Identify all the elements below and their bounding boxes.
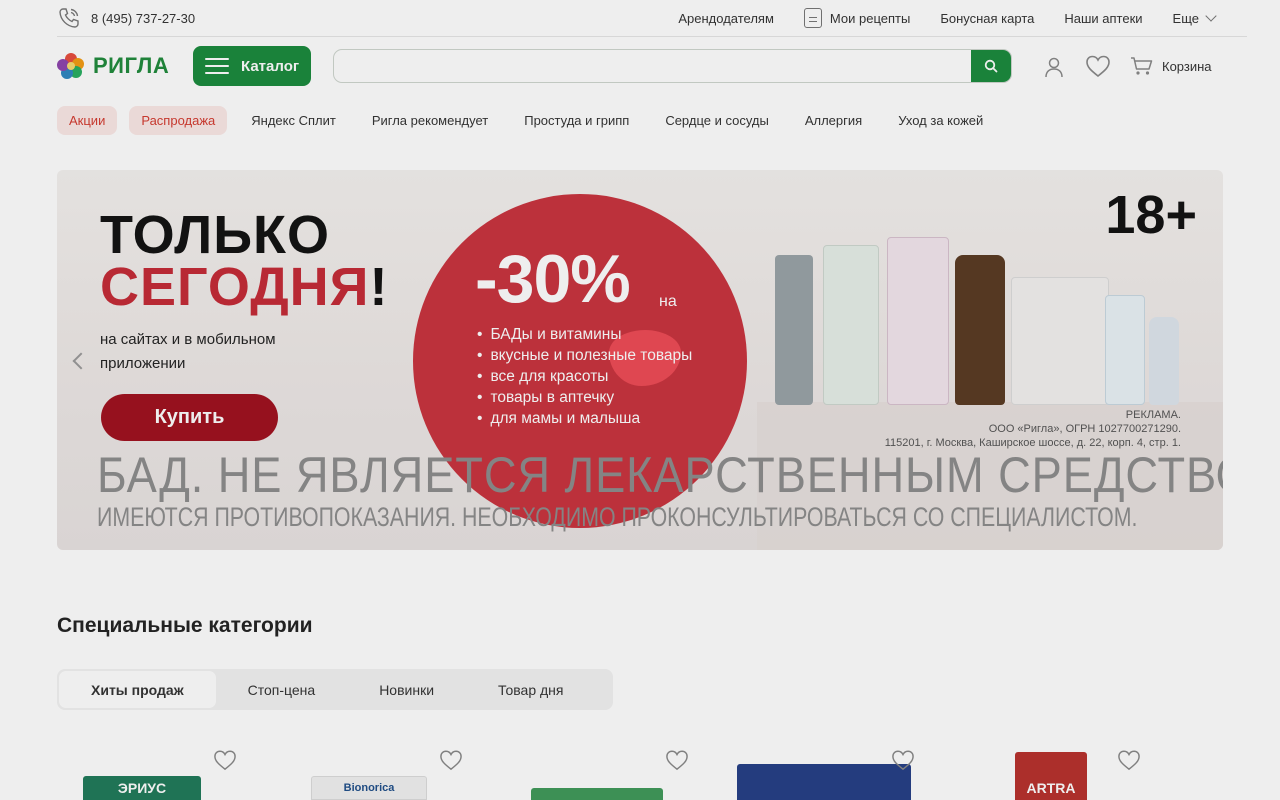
header-divider [57,36,1247,37]
product-image: ARTRA [1015,752,1087,800]
phone-icon [59,8,79,28]
ad-line: ООО «Ригла», ОГРН 1027700271290. [988,423,1181,435]
user-icon[interactable] [1043,56,1065,78]
bullet-item: товары в аптечку [477,387,692,408]
discount-value: -30% [475,241,631,317]
nav-rigla-recommends[interactable]: Ригла рекомендует [372,113,488,128]
nav-allergy[interactable]: Аллергия [805,113,862,128]
more-menu[interactable]: Еще [1172,10,1217,26]
omega-box-product [1011,277,1109,405]
bonus-card-link[interactable]: Бонусная карта [940,11,1034,26]
favorite-heart-icon[interactable] [665,749,689,771]
product-image: ЭРИУС [83,776,201,800]
banner-subtitle: на сайтах и в мобильном приложении [100,331,276,372]
logo-text: РИГЛА [93,53,170,78]
bullet-item: БАДы и витамины [477,324,692,345]
special-categories-tabs: Хиты продаж Стоп-цена Новинки Товар дня [57,669,613,710]
nav-sale[interactable]: Распродажа [129,106,228,135]
bonus-card-label: Бонусная карта [940,10,1035,26]
category-nav: Акции Распродажа Яндекс Сплит Ригла реко… [57,106,983,135]
our-pharmacies-link[interactable]: Наши аптеки [1064,11,1142,26]
my-prescriptions-link[interactable]: Мои рецепты [803,8,911,28]
bullet-item: вкусные и полезные товары [477,345,692,366]
logo-flower-icon [57,53,84,79]
special-categories-title: Специальные категории [57,614,313,637]
search-icon [984,59,998,73]
product-card[interactable] [509,740,709,800]
product-card[interactable]: Bionorica [283,740,483,800]
banner-title-bang: ! [369,257,389,317]
phone-contact[interactable]: 8 (495) 737-27-30 [57,6,195,30]
syrup-box-product [887,237,949,405]
cart-button[interactable]: Корзина [1130,56,1212,76]
buy-button[interactable]: Купить [101,394,278,441]
serum-bottle-product [1149,317,1179,405]
my-prescriptions-label: Мои рецепты [829,10,911,26]
contraindications-warning: ИМЕЮТСЯ ПРОТИВОПОКАЗАНИЯ. НЕОБХОДИМО ПРО… [97,502,1138,532]
hamburger-icon [205,58,229,74]
landlords-link[interactable]: Арендодателям [678,11,774,26]
search-bar [333,49,1012,83]
tab-bestsellers[interactable]: Хиты продаж [59,671,216,708]
nav-promotions[interactable]: Акции [57,106,118,135]
favorite-heart-icon[interactable] [891,749,915,771]
supplement-warning: БАД. НЕ ЯВЛЯЕТСЯ ЛЕКАРСТВЕННЫМ СРЕДСТВОМ [97,447,1223,503]
syrup-bottle-product [955,255,1005,405]
tab-product-of-day[interactable]: Товар дня [466,671,595,708]
nav-heart-vessels[interactable]: Сердце и сосуды [665,113,769,128]
promo-bullet-list: БАДы и витамины вкусные и полезные товар… [477,324,692,429]
search-input[interactable] [334,50,974,82]
tab-stop-price[interactable]: Стоп-цена [216,671,348,708]
promo-banner[interactable]: -30% на БАДы и витамины вкусные и полезн… [57,170,1223,550]
product-image [737,764,911,800]
catalog-button[interactable]: Каталог [193,46,311,86]
discount-suffix: на [659,293,677,310]
thermometer-product [775,255,813,405]
tab-new[interactable]: Новинки [347,671,466,708]
banner-products-image [775,230,1195,405]
top-bar: 8 (495) 737-27-30 Арендодателям Мои реце… [0,0,1280,36]
products-row: ЭРИУС Bionorica ARTRA [57,740,1237,800]
catalog-label: Каталог [241,57,300,75]
favorite-heart-icon[interactable] [1117,749,1141,771]
nav-skin-care[interactable]: Уход за кожей [898,113,983,128]
product-card[interactable]: ARTRA [961,740,1161,800]
cart-label: Корзина [1162,58,1212,74]
our-pharmacies-label: Наши аптеки [1064,10,1143,26]
nav-cold-flu[interactable]: Простуда и грипп [524,113,629,128]
favorite-heart-icon[interactable] [213,749,237,771]
ad-disclaimer: РЕКЛАМА. ООО «Ригла», ОГРН 1027700271290… [885,408,1181,450]
prescription-icon [803,8,822,28]
logo[interactable]: РИГЛА [57,52,169,80]
chevron-down-icon [1205,10,1217,22]
me-box-product [1105,295,1145,405]
bullet-item: все для красоты [477,366,692,387]
product-card[interactable] [735,740,935,800]
age-restriction: 18+ [1105,185,1197,245]
cart-icon [1131,57,1153,75]
nav-yandex-split[interactable]: Яндекс Сплит [251,113,336,128]
favorites-heart-icon[interactable] [1085,54,1111,78]
bullet-item: для мамы и малыша [477,408,692,429]
ad-line: РЕКЛАМА. [1125,409,1181,421]
slider-prev-arrow-icon[interactable] [72,352,90,370]
product-card[interactable]: ЭРИУС [57,740,257,800]
genius-baby-product [823,245,879,405]
banner-title-line2: СЕГОДНЯ! [100,256,388,318]
landlords-label: Арендодателям [678,10,774,26]
banner-title-today: СЕГОДНЯ [100,257,370,317]
favorite-heart-icon[interactable] [439,749,463,771]
product-image [531,788,663,800]
more-label: Еще [1172,10,1199,26]
search-button[interactable] [971,50,1011,82]
phone-number: 8 (495) 737-27-30 [91,10,196,26]
product-image: Bionorica [311,776,427,800]
